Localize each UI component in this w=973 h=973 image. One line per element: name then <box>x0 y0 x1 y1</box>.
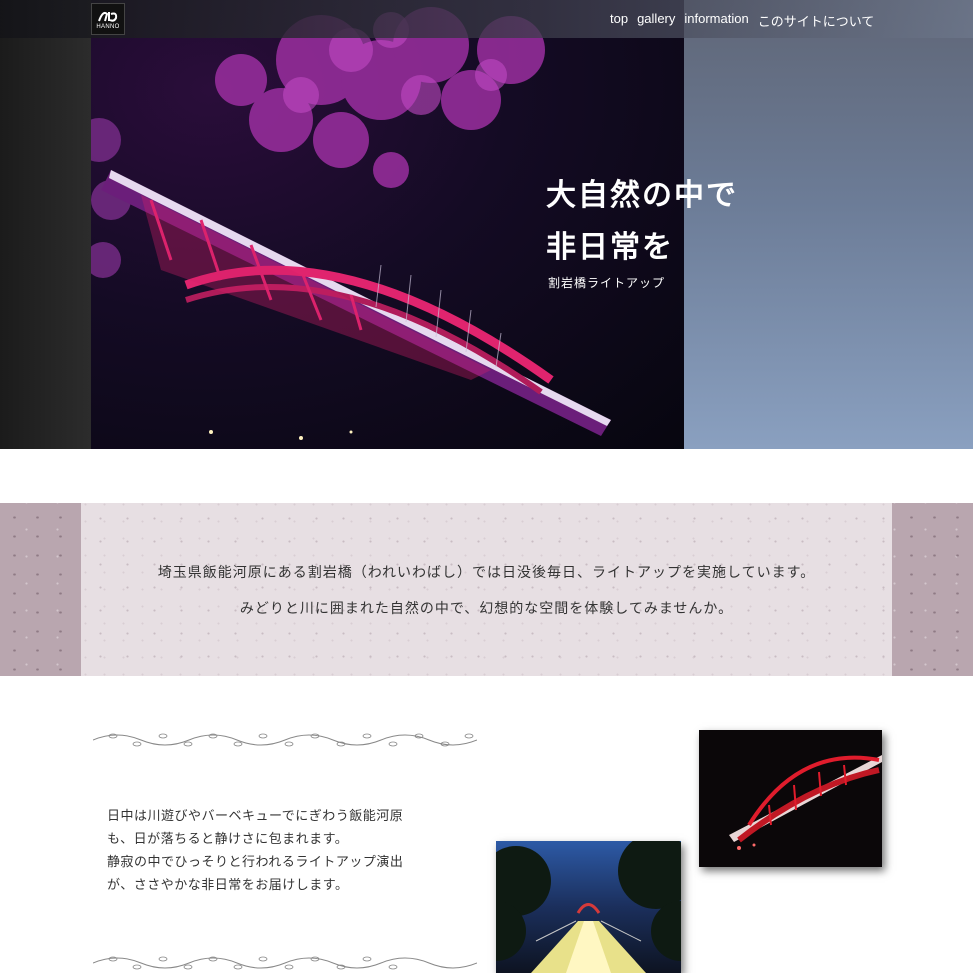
nav-about-site[interactable]: このサイトについて <box>758 11 875 30</box>
hero-left-edge <box>0 0 91 449</box>
top-navbar: HANNO top gallery information このサイトについて <box>0 0 973 38</box>
description-line4: が、ささやかな非日常をお届けします。 <box>107 878 349 893</box>
description-line2: も、日が落ちると静けさに包まれます。 <box>107 832 349 847</box>
intro-line2: みどりと川に囲まれた自然の中で、幻想的な空間を体験してみませんか。 <box>239 600 734 617</box>
nav-gallery[interactable]: gallery <box>637 11 675 30</box>
intro-line1: 埼玉県飯能河原にある割岩橋（われいわばし）では日没後毎日、ライトアップを実施して… <box>157 564 816 581</box>
hero-title-line1: 大自然の中で <box>546 178 738 213</box>
hero-title-line2: 非日常を <box>546 230 674 265</box>
vine-divider-icon <box>93 956 477 970</box>
hero-title: 大自然の中で 非日常を <box>546 170 738 274</box>
bridge-walkway-dusk-photo[interactable] <box>496 841 681 973</box>
logo-text: HANNO <box>96 23 120 30</box>
intro-band: 埼玉県飯能河原にある割岩橋（われいわばし）では日没後毎日、ライトアップを実施して… <box>0 503 973 676</box>
walkway-illustration <box>496 841 681 973</box>
hero-section: HANNO top gallery information このサイトについて … <box>0 0 973 449</box>
hanno-logo-icon[interactable]: HANNO <box>91 3 125 35</box>
nav-information[interactable]: information <box>684 11 748 30</box>
nav-top[interactable]: top <box>610 11 628 30</box>
bridge-red-night-photo[interactable] <box>699 730 882 867</box>
vine-divider-icon <box>93 733 477 747</box>
description-text: 日中は川遊びやバーベキューでにぎわう飯能河原 も、日が落ちると静けさに包まれます… <box>107 805 447 897</box>
main-nav: top gallery information このサイトについて <box>610 11 874 30</box>
description-line3: 静寂の中でひっそりと行われるライトアップ演出 <box>107 855 404 870</box>
logo-mark-icon <box>98 11 118 22</box>
intro-panel: 埼玉県飯能河原にある割岩橋（われいわばし）では日没後毎日、ライトアップを実施して… <box>81 503 892 676</box>
description-line1: 日中は川遊びやバーベキューでにぎわう飯能河原 <box>107 809 404 824</box>
bridge-red-illustration <box>729 755 882 850</box>
hero-subtitle: 割岩橋ライトアップ <box>548 276 666 290</box>
